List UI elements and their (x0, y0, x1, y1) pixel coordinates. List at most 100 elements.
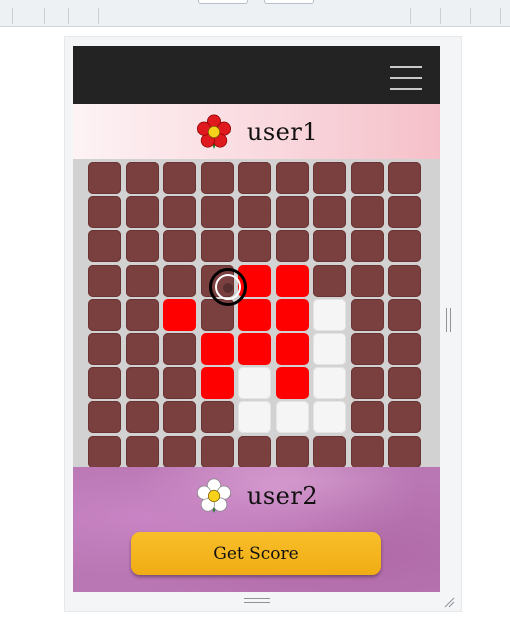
board-cell-empty[interactable] (276, 436, 309, 468)
board-cell-empty[interactable] (388, 367, 421, 399)
board-cell-empty[interactable] (388, 333, 421, 365)
board-cell-empty[interactable] (351, 196, 384, 228)
board-cell-empty[interactable] (276, 230, 309, 262)
board-cell-empty[interactable] (313, 162, 346, 194)
board-cell-empty[interactable] (163, 162, 196, 194)
toolbar-divider (410, 8, 411, 24)
board-cell-empty[interactable] (201, 299, 234, 331)
board-cell-empty[interactable] (126, 367, 159, 399)
board-cell-empty[interactable] (126, 230, 159, 262)
board-cell-empty[interactable] (88, 367, 121, 399)
board-cell-empty[interactable] (163, 230, 196, 262)
board-cell-empty[interactable] (388, 196, 421, 228)
board-cell-empty[interactable] (88, 265, 121, 297)
board-cell-empty[interactable] (351, 265, 384, 297)
board-cell-empty[interactable] (163, 333, 196, 365)
board-cell-white[interactable] (313, 367, 346, 399)
side-resize-grip-icon[interactable] (446, 308, 452, 332)
board-cell-white[interactable] (238, 367, 271, 399)
board-cell-white[interactable] (313, 333, 346, 365)
navbar (73, 46, 440, 104)
player2-name: user2 (246, 482, 319, 510)
toolbar-divider (470, 8, 471, 24)
board-cell-empty[interactable] (351, 333, 384, 365)
get-score-button[interactable]: Get Score (131, 532, 381, 575)
board-cell-empty[interactable] (351, 401, 384, 433)
board-cell-empty[interactable] (88, 299, 121, 331)
toolbar-divider (44, 8, 45, 24)
board-cell-empty[interactable] (351, 436, 384, 468)
board-cell-empty[interactable] (313, 196, 346, 228)
board-cell-empty[interactable] (388, 162, 421, 194)
board-cell-empty[interactable] (201, 162, 234, 194)
board-cell-red[interactable] (276, 333, 309, 365)
bottom-resize-grip-icon[interactable] (244, 598, 270, 604)
board-cell-empty[interactable] (351, 299, 384, 331)
viewport-handle[interactable] (264, 0, 314, 4)
board-cell-white[interactable] (313, 401, 346, 433)
player2-panel: user2 Get Score (73, 467, 440, 592)
toolbar-divider (98, 8, 99, 24)
board-cell-red[interactable] (276, 265, 309, 297)
board-cell-empty[interactable] (126, 401, 159, 433)
board-cell-red[interactable] (276, 367, 309, 399)
board-cell-empty[interactable] (388, 436, 421, 468)
board-cell-empty[interactable] (313, 436, 346, 468)
board-cell-red[interactable] (238, 333, 271, 365)
board-cell-empty[interactable] (126, 299, 159, 331)
board-cell-empty[interactable] (163, 436, 196, 468)
toolbar-divider (500, 8, 501, 24)
board-cell-empty[interactable] (88, 401, 121, 433)
board-cell-white[interactable] (238, 401, 271, 433)
board-cell-empty[interactable] (163, 196, 196, 228)
board-cell-empty[interactable] (163, 367, 196, 399)
board-cell-empty[interactable] (238, 196, 271, 228)
board-cell-empty[interactable] (201, 230, 234, 262)
board-cell-empty[interactable] (351, 162, 384, 194)
board-cell-empty[interactable] (126, 333, 159, 365)
board-cell-empty[interactable] (201, 401, 234, 433)
board-cell-empty[interactable] (88, 333, 121, 365)
board-cell-empty[interactable] (351, 367, 384, 399)
board-cell-empty[interactable] (351, 230, 384, 262)
board-cell-empty[interactable] (163, 401, 196, 433)
board-cell-empty[interactable] (201, 196, 234, 228)
board-cell-empty[interactable] (238, 436, 271, 468)
board-cell-empty[interactable] (276, 162, 309, 194)
board-cell-empty[interactable] (201, 265, 234, 297)
viewport-handle[interactable] (198, 0, 248, 4)
board-cell-empty[interactable] (238, 162, 271, 194)
board-cell-empty[interactable] (388, 230, 421, 262)
board-cell-empty[interactable] (388, 299, 421, 331)
board-cell-white[interactable] (276, 401, 309, 433)
toolbar-divider (68, 8, 69, 24)
board-cell-empty[interactable] (163, 265, 196, 297)
game-app: user1 user2 Get Score (73, 46, 440, 592)
board-cell-empty[interactable] (126, 196, 159, 228)
board-cell-empty[interactable] (88, 230, 121, 262)
board-cell-empty[interactable] (126, 162, 159, 194)
resize-corner-icon[interactable] (443, 596, 455, 608)
browser-toolbar (0, 0, 510, 27)
board-cell-empty[interactable] (388, 265, 421, 297)
board-cell-empty[interactable] (276, 196, 309, 228)
board-cell-red[interactable] (276, 299, 309, 331)
board-cell-empty[interactable] (388, 401, 421, 433)
board-cell-empty[interactable] (313, 230, 346, 262)
board-cell-empty[interactable] (238, 230, 271, 262)
board-cell-white[interactable] (313, 299, 346, 331)
board-cell-empty[interactable] (126, 265, 159, 297)
board-cell-empty[interactable] (88, 436, 121, 468)
player1-banner: user1 (73, 104, 440, 159)
board-cell-red[interactable] (163, 299, 196, 331)
board-cell-red[interactable] (238, 299, 271, 331)
board-cell-red[interactable] (201, 333, 234, 365)
board-cell-red[interactable] (238, 265, 271, 297)
hamburger-menu-icon[interactable] (390, 66, 422, 90)
board-cell-empty[interactable] (88, 162, 121, 194)
board-cell-red[interactable] (201, 367, 234, 399)
board-cell-empty[interactable] (88, 196, 121, 228)
board-cell-empty[interactable] (201, 436, 234, 468)
board-cell-empty[interactable] (313, 265, 346, 297)
board-cell-empty[interactable] (126, 436, 159, 468)
